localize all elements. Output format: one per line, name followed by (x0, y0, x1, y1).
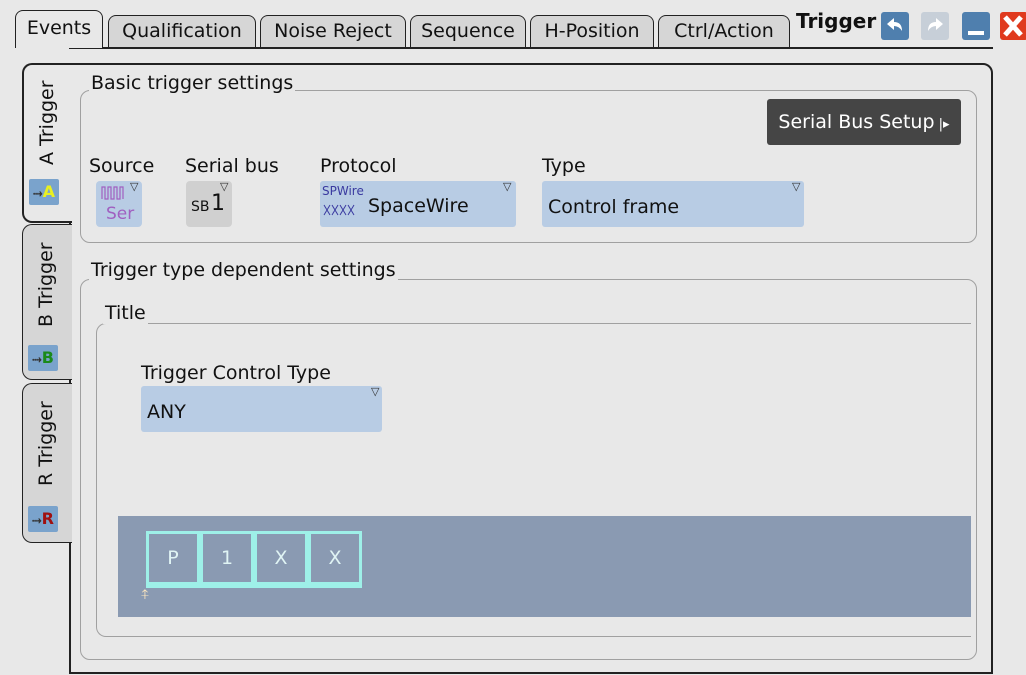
dependent-settings-title: Trigger type dependent settings (89, 259, 398, 281)
protocol-label: Protocol (320, 155, 397, 177)
minimize-button[interactable] (962, 12, 990, 40)
frame-cell[interactable]: X (254, 531, 308, 585)
sidetab-a-trigger[interactable]: A Trigger ⤑A (22, 63, 72, 223)
dropdown-arrow-icon: ▽ (792, 180, 801, 193)
close-button[interactable] (1000, 12, 1026, 40)
sidetab-label: R Trigger (35, 401, 57, 487)
tab-sequence[interactable]: Sequence (410, 15, 526, 47)
sidetab-b-trigger[interactable]: B Trigger ⤑B (22, 224, 72, 380)
minimize-icon (968, 31, 984, 35)
dropdown-arrow-icon: ▽ (371, 385, 380, 398)
submenu-arrow-icon: |▸ (934, 117, 950, 132)
trigger-b-badge-icon: ⤑ (32, 352, 42, 366)
tab-qualification[interactable]: Qualification (108, 15, 256, 47)
spacewire-icon: SPWire (322, 184, 364, 198)
forward-arrow-icon (928, 18, 943, 31)
redo-button[interactable] (921, 12, 949, 40)
tab-h-position[interactable]: H-Position (530, 15, 654, 47)
serial-bus-setup-button[interactable]: Serial Bus Setup |▸ (767, 99, 961, 145)
serial-bus-selector[interactable]: SB 1 ▽ (186, 180, 232, 227)
trigger-a-badge-icon: ⤑ (33, 186, 43, 200)
frame-marker-icon: ⍏ (141, 587, 150, 603)
frame-baseline (146, 585, 362, 588)
trigger-r-badge-icon: ⤑ (32, 513, 42, 527)
basic-settings-title: Basic trigger settings (89, 72, 296, 94)
close-icon (1003, 15, 1023, 37)
trigger-control-type-dropdown[interactable]: ANY ▽ (141, 385, 382, 432)
window-title: Trigger (796, 9, 877, 33)
sidetab-r-trigger[interactable]: R Trigger ⤑R (22, 383, 72, 543)
trigger-b-badge: ⤑B (28, 345, 58, 371)
source-selector[interactable]: Ser ▽ (96, 180, 142, 227)
sidetab-label: A Trigger (36, 80, 58, 166)
dropdown-arrow-icon: ▽ (503, 180, 512, 193)
frame-cell[interactable]: P (146, 531, 200, 585)
frame-cell[interactable]: X (308, 531, 362, 585)
trigger-a-badge: ⤑A (29, 179, 59, 205)
protocol-dropdown[interactable]: SPWire SpaceWire ▽ (320, 180, 516, 227)
dropdown-arrow-icon: ▽ (130, 180, 139, 193)
spacewire-signal-icon (323, 204, 355, 216)
tab-ctrl-action[interactable]: Ctrl/Action (658, 15, 790, 47)
tab-events[interactable]: Events (15, 10, 103, 48)
sidetab-label: B Trigger (35, 242, 57, 328)
serial-bus-label: Serial bus (185, 155, 279, 177)
undo-button[interactable] (881, 12, 909, 40)
frame-cell[interactable]: 1 (200, 531, 254, 585)
source-label: Source (89, 155, 155, 177)
tab-baseline (69, 47, 993, 49)
type-label: Type (542, 155, 586, 177)
type-dropdown[interactable]: Control frame ▽ (542, 180, 804, 227)
dropdown-arrow-icon: ▽ (220, 180, 229, 193)
trigger-control-type-label: Trigger Control Type (141, 362, 331, 384)
subgroup-title: Title (103, 302, 148, 324)
trigger-r-badge: ⤑R (28, 506, 58, 532)
back-arrow-icon (887, 18, 902, 31)
tab-noise-reject[interactable]: Noise Reject (260, 15, 406, 47)
